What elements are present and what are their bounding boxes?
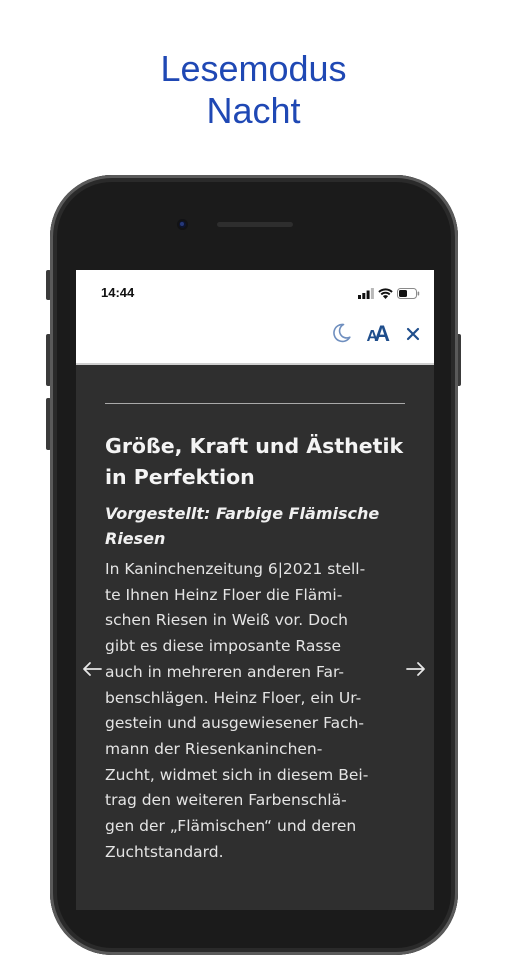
arrow-left-icon bbox=[81, 662, 103, 681]
next-page-button[interactable] bbox=[405, 661, 427, 677]
promo-title: Lesemodus Nacht bbox=[0, 48, 507, 132]
reader-toolbar: AA bbox=[332, 320, 420, 348]
reader-content: Größe, Kraft und Ästhetik in Perfektion … bbox=[76, 365, 434, 910]
article-headline: Größe, Kraft und Ästhetik in Perfektion bbox=[105, 434, 404, 489]
phone-screen: 14:44 AA Größe, Kraft und Ästhetik in Pe… bbox=[76, 270, 434, 910]
signal-icon bbox=[358, 284, 374, 303]
earpiece-speaker bbox=[217, 222, 293, 227]
reader-header: 14:44 AA bbox=[76, 270, 434, 365]
font-size-icon: AA bbox=[366, 320, 390, 346]
arrow-right-icon bbox=[405, 662, 427, 681]
promo-title-line-2: Nacht bbox=[206, 90, 301, 131]
status-icons bbox=[358, 287, 420, 299]
article: Größe, Kraft und Ästhetik in Perfektion … bbox=[105, 431, 410, 865]
font-size-button[interactable]: AA bbox=[366, 320, 390, 348]
status-time: 14:44 bbox=[101, 285, 135, 300]
previous-page-button[interactable] bbox=[81, 661, 103, 677]
close-reader-button[interactable] bbox=[406, 322, 420, 348]
front-camera bbox=[177, 219, 188, 230]
night-mode-button[interactable] bbox=[332, 322, 351, 348]
moon-icon bbox=[332, 323, 351, 347]
close-icon bbox=[406, 326, 420, 345]
promo-title-line-1: Lesemodus bbox=[160, 48, 347, 89]
wifi-icon bbox=[378, 284, 393, 303]
content-divider bbox=[105, 403, 405, 404]
article-subline: Vorgestellt: Farbige Flämische Riesen bbox=[105, 504, 380, 548]
article-body: In Kaninchenzeitung 6|2021 stell- te Ihn… bbox=[105, 560, 369, 861]
battery-icon bbox=[397, 284, 420, 303]
